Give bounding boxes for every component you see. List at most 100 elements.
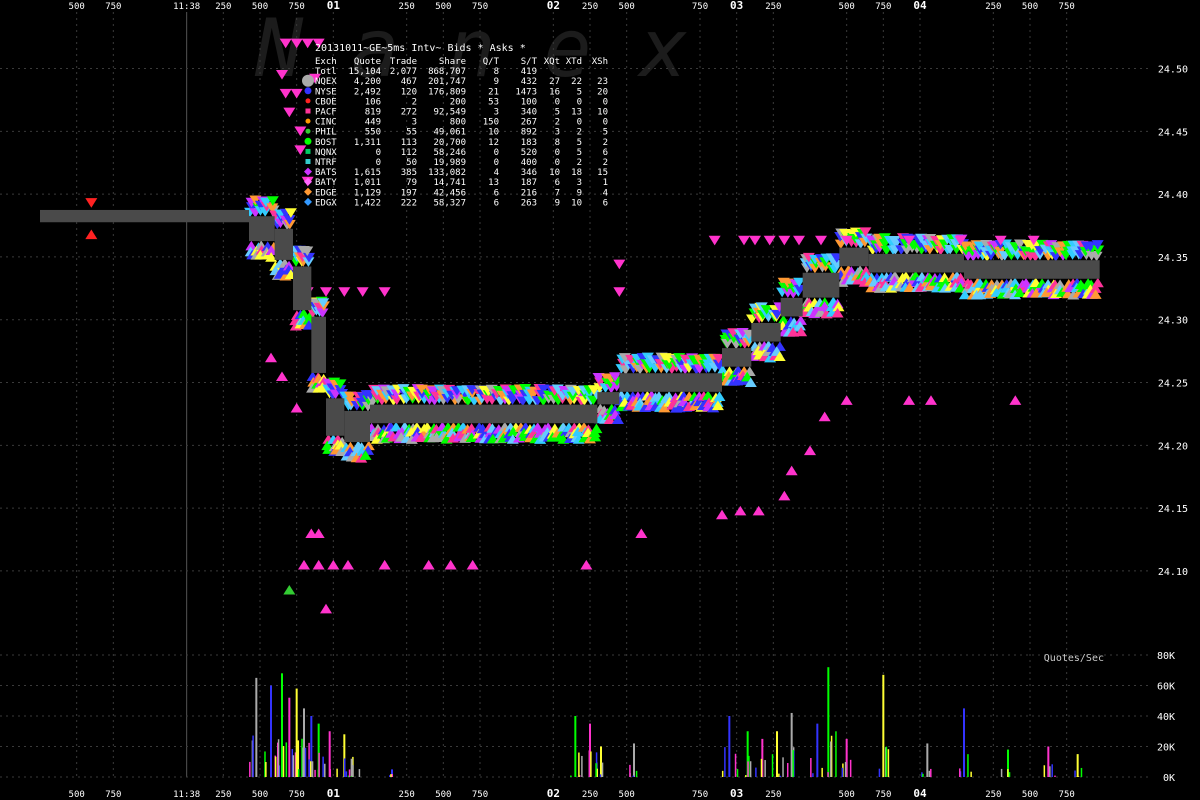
volume-bar <box>776 731 778 777</box>
legend-cell: CINC <box>315 118 337 128</box>
legend-cell: 15,104 <box>348 67 381 77</box>
legend-cell: 14,741 <box>433 178 466 188</box>
price-tick-label: 24.35 <box>1158 253 1188 264</box>
legend-cell: 42,456 <box>433 188 466 198</box>
volume-bar <box>252 735 254 777</box>
legend-cell: 79 <box>406 178 417 188</box>
legend-cell: 385 <box>401 168 417 178</box>
legend-cell: 13 <box>488 178 499 188</box>
nbbo-bar <box>868 253 964 273</box>
volume-bar <box>350 758 353 777</box>
time-tick-label-bottom: 250 <box>582 790 598 800</box>
legend-cell: 55 <box>406 128 417 138</box>
legend-cell: BATS <box>315 168 337 178</box>
legend-cell: 346 <box>521 168 537 178</box>
legend-cell: 19,989 <box>433 158 466 168</box>
volume-bar <box>336 768 338 777</box>
volume-tick-label: 40K <box>1157 712 1175 723</box>
legend-cell: 1,615 <box>354 168 381 178</box>
legend-marker-icon <box>305 108 311 114</box>
volume-bar <box>297 769 300 777</box>
legend-cell: 4 <box>494 168 499 178</box>
time-tick-label-bottom: 02 <box>547 787 560 800</box>
time-tick-label-bottom: 500 <box>839 790 855 800</box>
legend-cell: 201,747 <box>428 77 466 87</box>
legend-cell: 150 <box>483 118 499 128</box>
legend-cell: 176,809 <box>428 87 466 97</box>
volume-bar <box>778 773 780 777</box>
legend-cell: 550 <box>365 128 381 138</box>
volume-bar <box>632 775 635 777</box>
legend-marker-icon <box>305 128 311 134</box>
volume-bar <box>792 750 794 777</box>
legend-cell: 3 <box>412 118 417 128</box>
legend-cell: 520 <box>521 148 537 158</box>
legend-cell: 6 <box>494 198 499 208</box>
legend-cell: 0 <box>494 158 499 168</box>
price-tick-label: 24.25 <box>1158 379 1188 390</box>
time-tick-label-top: 500 <box>69 2 85 12</box>
price-tick-label: 24.10 <box>1158 567 1188 578</box>
legend-cell: 467 <box>401 77 417 87</box>
price-tick-label: 24.45 <box>1158 127 1188 138</box>
volume-bar <box>764 760 766 777</box>
legend-cell: 9 <box>555 198 560 208</box>
legend-cell: 8 <box>555 138 560 148</box>
volume-bar <box>835 731 837 777</box>
nbbo-bar <box>722 348 752 367</box>
volume-bar <box>1008 772 1011 777</box>
volume-bar <box>830 741 832 777</box>
volume-bar <box>878 768 881 777</box>
legend-cell: 113 <box>401 138 417 148</box>
legend-column-header: S/T <box>521 57 538 67</box>
legend-cell: 5 <box>555 108 560 118</box>
legend-cell: 12 <box>488 138 499 148</box>
time-tick-label-bottom: 500 <box>252 790 268 800</box>
legend-cell: 3 <box>494 108 499 118</box>
volume-bar <box>633 743 635 777</box>
legend-cell: PHIL <box>315 128 337 138</box>
legend-cell: 0 <box>577 97 582 107</box>
volume-tick-label: 60K <box>1157 682 1175 693</box>
legend-cell: 340 <box>521 108 537 118</box>
time-tick-label-top: 01 <box>327 0 341 12</box>
volume-bar <box>970 771 972 777</box>
legend-cell: 432 <box>521 77 537 87</box>
legend-cell: 222 <box>401 198 417 208</box>
legend-cell: 8 <box>494 67 499 77</box>
volume-bar <box>1043 765 1046 777</box>
volume-bar <box>629 764 631 777</box>
volume-bar <box>930 768 932 777</box>
legend-cell: NQEX <box>315 77 337 87</box>
legend-cell: 112 <box>401 148 417 158</box>
volume-bar <box>358 769 361 777</box>
volume-bar <box>249 761 251 777</box>
legend-cell: 16 <box>549 87 560 97</box>
time-tick-label-bottom: 250 <box>985 790 1001 800</box>
legend-cell: NYSE <box>315 87 337 97</box>
time-tick-label-top: 500 <box>1022 2 1038 12</box>
time-tick-label-bottom: 04 <box>913 787 927 800</box>
legend-cell: 2 <box>577 128 582 138</box>
time-tick-label-bottom: 500 <box>1022 790 1038 800</box>
volume-bar <box>314 769 316 777</box>
legend-cell: 50 <box>406 158 417 168</box>
legend-cell: 10 <box>549 168 560 178</box>
nbbo-bar <box>249 216 275 242</box>
volume-bar <box>343 758 346 777</box>
volume-bar <box>816 723 819 777</box>
time-tick-label-bottom: 03 <box>730 787 743 800</box>
volume-bar <box>324 763 326 777</box>
price-tick-label: 24.15 <box>1158 504 1188 515</box>
nbbo-bar <box>839 247 869 267</box>
legend-cell: 5 <box>577 87 582 97</box>
volume-bar <box>588 750 591 777</box>
volume-bar <box>724 747 726 777</box>
volume-bar <box>304 747 307 777</box>
legend-cell: 0 <box>555 158 560 168</box>
volume-bar <box>285 742 288 777</box>
time-tick-label-top: 750 <box>289 2 305 12</box>
legend-cell: 419 <box>521 67 537 77</box>
legend-cell: 10 <box>597 108 608 118</box>
volume-bar <box>292 755 295 777</box>
